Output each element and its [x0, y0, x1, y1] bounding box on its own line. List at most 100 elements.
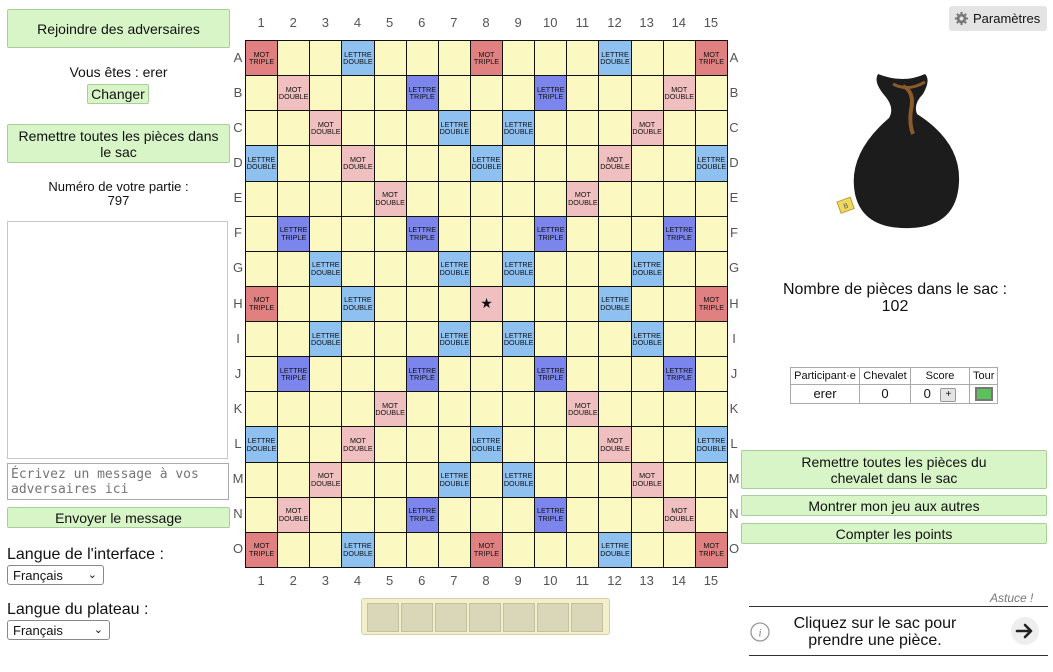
board-cell-K6[interactable]	[405, 391, 439, 428]
board-cell-D9[interactable]	[502, 145, 536, 182]
board-cell-A3[interactable]	[309, 40, 343, 77]
board-cell-M5[interactable]	[373, 461, 407, 498]
board-cell-K7[interactable]	[437, 391, 471, 428]
board-cell-B7[interactable]	[437, 75, 471, 112]
board-cell-H9[interactable]	[502, 285, 536, 323]
board-cell-O6[interactable]	[405, 531, 439, 568]
board-cell-D5[interactable]	[373, 145, 407, 182]
ui-language-select[interactable]: Français ⌄	[7, 565, 104, 585]
board-cell-M13[interactable]: MOT DOUBLE	[630, 461, 664, 498]
board-cell-E9[interactable]	[502, 180, 536, 217]
board-cell-K8[interactable]	[469, 391, 504, 428]
board-cell-J11[interactable]	[566, 356, 600, 393]
chat-input[interactable]	[7, 463, 229, 500]
board-cell-C10[interactable]	[534, 110, 568, 147]
board-cell-F8[interactable]	[469, 215, 504, 252]
board-cell-I10[interactable]	[534, 321, 568, 358]
board-cell-B4[interactable]	[341, 75, 375, 112]
board-cell-L14[interactable]	[662, 426, 696, 463]
board-cell-E1[interactable]	[245, 180, 279, 217]
board-cell-A11[interactable]	[566, 40, 600, 77]
board-cell-C12[interactable]	[598, 110, 632, 147]
board-cell-L5[interactable]	[373, 426, 407, 463]
board-cell-I12[interactable]	[598, 321, 632, 358]
board-cell-N12[interactable]	[598, 496, 632, 533]
board-cell-H7[interactable]	[437, 285, 471, 323]
board-cell-E6[interactable]	[405, 180, 439, 217]
board-cell-C3[interactable]: MOT DOUBLE	[309, 110, 343, 147]
board-cell-K3[interactable]	[309, 391, 343, 428]
board-cell-J10[interactable]: LETTRE TRIPLE	[534, 356, 568, 393]
board-cell-F10[interactable]: LETTRE TRIPLE	[534, 215, 568, 252]
board-cell-A9[interactable]	[502, 40, 536, 77]
board-cell-N9[interactable]	[502, 496, 536, 533]
board-cell-E10[interactable]	[534, 180, 568, 217]
board-cell-C4[interactable]	[341, 110, 375, 147]
board-cell-J9[interactable]	[502, 356, 536, 393]
board-cell-O8[interactable]: MOT TRIPLE	[469, 531, 504, 568]
board-cell-B2[interactable]: MOT DOUBLE	[277, 75, 311, 112]
board-cell-E7[interactable]	[437, 180, 471, 217]
rack-slot[interactable]	[401, 603, 433, 632]
board-cell-O4[interactable]: LETTRE DOUBLE	[341, 531, 375, 568]
tile-rack[interactable]	[361, 598, 610, 635]
board-cell-N6[interactable]: LETTRE TRIPLE	[405, 496, 439, 533]
board-cell-A14[interactable]	[662, 40, 696, 77]
board-cell-L13[interactable]	[630, 426, 664, 463]
board-cell-N1[interactable]	[245, 496, 279, 533]
board-cell-H10[interactable]	[534, 285, 568, 323]
board-cell-O7[interactable]	[437, 531, 471, 568]
board-cell-L11[interactable]	[566, 426, 600, 463]
board-cell-N14[interactable]: MOT DOUBLE	[662, 496, 696, 533]
board-cell-J6[interactable]: LETTRE TRIPLE	[405, 356, 439, 393]
board-cell-A12[interactable]: LETTRE DOUBLE	[598, 40, 632, 77]
board-cell-C8[interactable]	[469, 110, 504, 147]
board-cell-H3[interactable]	[309, 285, 343, 323]
board-cell-E11[interactable]: MOT DOUBLE	[566, 180, 600, 217]
board-cell-O12[interactable]: LETTRE DOUBLE	[598, 531, 632, 568]
board-cell-I7[interactable]: LETTRE DOUBLE	[437, 321, 471, 358]
board-cell-C7[interactable]: LETTRE DOUBLE	[437, 110, 471, 147]
board-cell-F11[interactable]	[566, 215, 600, 252]
board-cell-D12[interactable]: MOT DOUBLE	[598, 145, 632, 182]
board-cell-O14[interactable]	[662, 531, 696, 568]
count-points-button[interactable]: Compter les points	[741, 523, 1047, 544]
board-cell-F14[interactable]: LETTRE TRIPLE	[662, 215, 696, 252]
board-cell-L8[interactable]: LETTRE DOUBLE	[469, 426, 504, 463]
rack-slot[interactable]	[435, 603, 467, 632]
send-message-button[interactable]: Envoyer le message	[7, 507, 230, 528]
board-cell-N7[interactable]	[437, 496, 471, 533]
board-cell-M11[interactable]	[566, 461, 600, 498]
board-cell-F4[interactable]	[341, 215, 375, 252]
board-cell-B10[interactable]: LETTRE TRIPLE	[534, 75, 568, 112]
board-cell-I3[interactable]: LETTRE DOUBLE	[309, 321, 343, 358]
board-cell-N10[interactable]: LETTRE TRIPLE	[534, 496, 568, 533]
board-cell-J3[interactable]	[309, 356, 343, 393]
board-cell-E4[interactable]	[341, 180, 375, 217]
board-cell-D1[interactable]: LETTRE DOUBLE	[245, 145, 279, 182]
board-cell-B1[interactable]	[245, 75, 279, 112]
board-cell-J4[interactable]	[341, 356, 375, 393]
board-cell-G7[interactable]: LETTRE DOUBLE	[437, 250, 471, 287]
board-cell-M12[interactable]	[598, 461, 632, 498]
board-cell-E8[interactable]	[469, 180, 504, 217]
board-cell-M7[interactable]: LETTRE DOUBLE	[437, 461, 471, 498]
board-cell-J2[interactable]: LETTRE TRIPLE	[277, 356, 311, 393]
board-cell-L9[interactable]	[502, 426, 536, 463]
board-cell-K9[interactable]	[502, 391, 536, 428]
board-cell-H14[interactable]	[662, 285, 696, 323]
board-cell-K2[interactable]	[277, 391, 311, 428]
board-cell-D14[interactable]	[662, 145, 696, 182]
board-language-select[interactable]: Français ⌄	[7, 620, 110, 640]
board-cell-K10[interactable]	[534, 391, 568, 428]
board-cell-H8[interactable]: ★	[469, 285, 504, 323]
board-cell-G13[interactable]: LETTRE DOUBLE	[630, 250, 664, 287]
board-cell-O2[interactable]	[277, 531, 311, 568]
board-cell-F13[interactable]	[630, 215, 664, 252]
next-hint-arrow-icon[interactable]	[1010, 616, 1040, 646]
board-cell-J12[interactable]	[598, 356, 632, 393]
scrabble-board[interactable]: MOT TRIPLE LETTRE DOUBLE MOT TRIPLE LETTRE DOUB…	[245, 40, 728, 568]
board-cell-K13[interactable]	[630, 391, 664, 428]
board-cell-A1[interactable]: MOT TRIPLE	[245, 40, 279, 77]
board-cell-G2[interactable]	[277, 250, 311, 287]
